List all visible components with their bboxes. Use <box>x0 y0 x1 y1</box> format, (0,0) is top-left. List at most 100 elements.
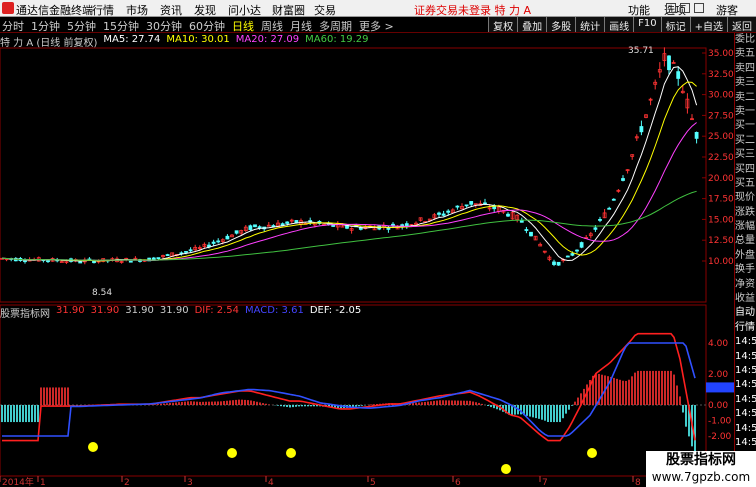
signal-smiley-icon <box>286 448 296 458</box>
side-panel-item: 14:50 <box>735 350 756 362</box>
side-panel-item: 14:50 <box>735 364 756 376</box>
side-panel-item: 买二 <box>735 134 755 146</box>
tab-15min[interactable]: 15分钟 <box>103 18 139 34</box>
indicator-tick-label: 4.00 <box>708 339 728 349</box>
side-panel-item: 现价 <box>735 192 755 204</box>
candle-body <box>386 228 391 230</box>
side-panel-item: 卖三 <box>735 77 755 89</box>
tool-back-button[interactable]: 返回 <box>727 17 756 33</box>
close-icon[interactable] <box>694 3 704 13</box>
price-tick-label: 32.50 <box>708 70 734 80</box>
candle-body <box>165 254 170 256</box>
indicator-tick-label: 0.00 <box>708 401 728 411</box>
tab-monthly[interactable]: 月线 <box>290 18 312 34</box>
tab-weekly[interactable]: 周线 <box>261 18 283 34</box>
user-guest[interactable]: 游客 <box>716 2 738 18</box>
tool-draw-button[interactable]: 画线 <box>604 17 634 33</box>
chart-tools: 复权 叠加 多股 统计 画线 F10 标记 +自选 返回 <box>488 17 756 33</box>
side-panel-item: 卖四 <box>735 62 755 74</box>
menu-discover[interactable]: 发现 <box>194 2 228 18</box>
indicator-value-3: 31.90 <box>125 305 154 316</box>
date-tick-label: 2014年 <box>2 476 34 487</box>
main-chart-frame <box>0 47 707 303</box>
menu-market[interactable]: 市场 <box>126 2 160 18</box>
candle-body <box>598 219 602 221</box>
dea-line <box>2 342 696 437</box>
candle-body <box>676 71 681 79</box>
candle-body <box>519 220 524 223</box>
period-toolbar: 分时 1分钟 5分钟 15分钟 30分钟 60分钟 日线 周线 月线 多周期 更… <box>0 17 756 33</box>
menu-wealth[interactable]: 财富圈 <box>272 2 314 18</box>
candle-body <box>225 235 230 240</box>
dif-label: DIF: 2.54 <box>194 305 240 316</box>
menu-quotes[interactable]: 行情 <box>92 2 126 18</box>
indicator-name[interactable]: 股票指标网 <box>0 305 50 320</box>
low-price-label: 8.54 <box>92 288 112 298</box>
tool-overlay-button[interactable]: 叠加 <box>517 17 547 33</box>
tab-timeshare[interactable]: 分时 <box>2 18 24 34</box>
candle-body <box>248 225 253 230</box>
ma-legend: 特 力 A (日线 前复权) MA5: 27.74 MA10: 30.01 MA… <box>0 34 369 49</box>
date-tick-label: 3 <box>187 478 193 487</box>
side-panel-item: 14:50 <box>735 436 756 448</box>
candle-body <box>391 223 395 226</box>
date-tick-label: 2 <box>124 478 130 487</box>
signal-smiley-icon <box>88 442 98 452</box>
high-price-label: 35.71 <box>628 46 654 56</box>
price-tick-label: 35.00 <box>708 49 734 59</box>
maximize-icon[interactable] <box>680 3 690 13</box>
candle-body <box>694 131 699 139</box>
candle-body <box>216 240 221 243</box>
price-tick-label: 30.00 <box>708 91 734 101</box>
date-tick-label: 1 <box>40 478 46 487</box>
menu-function[interactable]: 功能 <box>628 2 650 18</box>
menu-news[interactable]: 资讯 <box>160 2 194 18</box>
tool-watchlist-button[interactable]: +自选 <box>689 17 727 33</box>
tool-multi-stock-button[interactable]: 多股 <box>546 17 576 33</box>
candle-body <box>446 210 451 213</box>
tab-60min[interactable]: 60分钟 <box>189 18 225 34</box>
minimize-icon[interactable] <box>666 3 676 13</box>
candle-body <box>234 230 239 234</box>
tool-f10-button[interactable]: F10 <box>633 17 661 32</box>
side-panel-item: 卖一 <box>735 105 755 117</box>
candle-body <box>667 55 671 71</box>
side-panel-item: 收益 <box>735 293 755 305</box>
side-panel-item: 行情 <box>735 321 755 333</box>
side-panel-item: 买一 <box>735 120 755 132</box>
side-panel-item: 涨幅 <box>735 221 755 233</box>
tab-30min[interactable]: 30分钟 <box>146 18 182 34</box>
candle-body <box>331 224 336 227</box>
candle-body <box>455 205 460 208</box>
candle-body <box>621 178 625 181</box>
side-panel-item: 卖五 <box>735 48 755 60</box>
tab-more[interactable]: 更多 > <box>359 18 394 34</box>
side-panel-item: 14:50 <box>735 422 756 434</box>
tool-mark-button[interactable]: 标记 <box>660 17 690 33</box>
price-tick-label: 20.00 <box>708 174 734 184</box>
tab-5min[interactable]: 5分钟 <box>67 18 96 34</box>
stock-title: 特 力 A (日线 前复权) <box>0 38 98 49</box>
candle-body <box>639 126 644 133</box>
tab-1min[interactable]: 1分钟 <box>31 18 60 34</box>
tool-stats-button[interactable]: 统计 <box>575 17 605 33</box>
candle-body <box>280 223 285 226</box>
candle-body <box>78 261 83 264</box>
chart-area[interactable]: 35.0032.5030.0027.5025.0022.5020.0017.50… <box>0 33 734 487</box>
watermark-title: 股票指标网 <box>666 452 736 468</box>
ma5-line <box>1 66 698 262</box>
candle-body <box>285 221 290 224</box>
candle-body <box>156 257 161 260</box>
price-tick-label: 17.50 <box>708 195 734 205</box>
menu-ask[interactable]: 问小达 <box>228 2 272 18</box>
candle-body <box>593 227 598 230</box>
menu-trade[interactable]: 交易 <box>314 2 348 18</box>
tab-multi-period[interactable]: 多周期 <box>319 18 352 34</box>
ma10-label: MA10: 30.01 <box>166 34 230 45</box>
indicator-value-1: 31.90 <box>56 305 85 316</box>
tool-adjust-button[interactable]: 复权 <box>488 17 518 33</box>
indicator-legend: 股票指标网 31.90 31.90 31.90 31.90 DIF: 2.54 … <box>0 305 361 320</box>
tab-daily[interactable]: 日线 <box>232 18 254 34</box>
title-menu-bar: 通达信金融终端 行情 市场 资讯 发现 问小达 财富圈 交易 证券交易未登录 特… <box>0 0 756 17</box>
price-tick-label: 27.50 <box>708 111 734 121</box>
